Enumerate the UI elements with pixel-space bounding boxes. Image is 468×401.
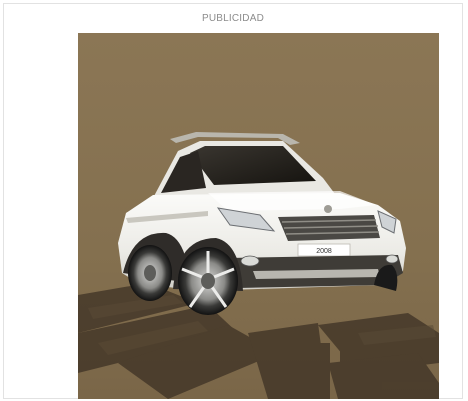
ad-label: PUBLICIDAD	[201, 13, 264, 24]
front-wheel	[178, 247, 238, 315]
ad-container: PUBLICIDAD 2008	[3, 3, 463, 399]
car-illustration: 2008	[78, 33, 439, 399]
ad-banner-image[interactable]: 2008	[78, 33, 439, 399]
rear-wheel	[128, 245, 172, 301]
plate-text: 2008	[316, 248, 332, 255]
